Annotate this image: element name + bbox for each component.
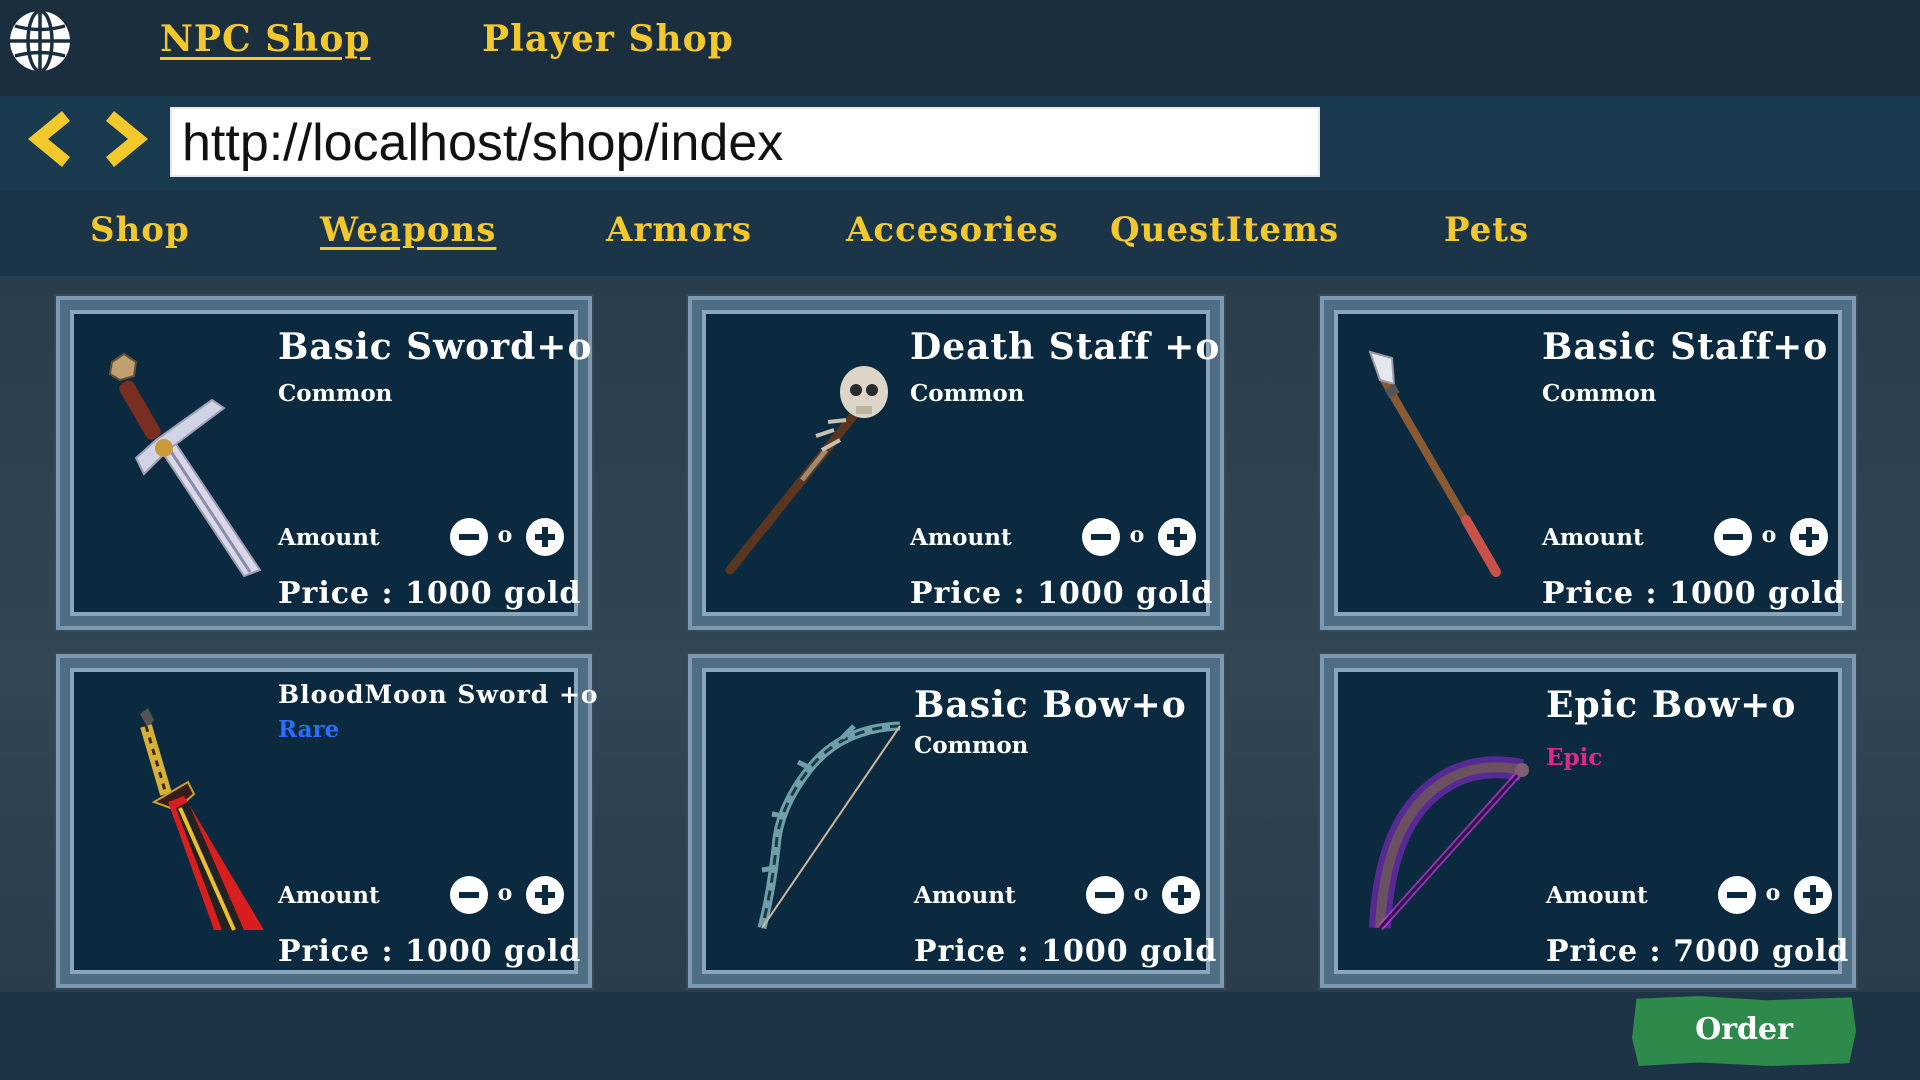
item-name: Basic Sword+o: [278, 326, 593, 368]
item-name: Epic Bow+o: [1546, 684, 1797, 726]
decrease-button[interactable]: [1086, 876, 1124, 914]
item-rarity: Common: [910, 380, 1025, 407]
item-card[interactable]: Death Staff +o Common Amount o Price : 1…: [688, 296, 1224, 630]
item-name: BloodMoon Sword +o: [278, 680, 599, 709]
increase-button[interactable]: [1158, 518, 1196, 556]
item-rarity: Epic: [1546, 744, 1603, 771]
item-rarity: Common: [914, 732, 1029, 759]
category-weapons[interactable]: Weapons: [320, 210, 496, 250]
amount-label: Amount: [914, 882, 1016, 909]
back-arrow-icon[interactable]: [18, 107, 78, 171]
item-card[interactable]: Basic Staff+o Common Amount o Price : 10…: [1320, 296, 1856, 630]
amount-label: Amount: [1546, 882, 1648, 909]
amount-label: Amount: [910, 524, 1012, 551]
tab-player-shop[interactable]: Player Shop: [482, 18, 734, 60]
decrease-button[interactable]: [450, 876, 488, 914]
category-questitems[interactable]: QuestItems: [1110, 210, 1339, 250]
tab-npc-shop[interactable]: NPC Shop: [160, 18, 371, 60]
amount-label: Amount: [278, 882, 380, 909]
item-card[interactable]: BloodMoon Sword +o Rare Amount o Price :…: [56, 654, 598, 988]
category-armors[interactable]: Armors: [606, 210, 752, 250]
item-price: Price : 1000 gold: [910, 576, 1214, 611]
quantity-value: o: [497, 880, 513, 906]
increase-button[interactable]: [526, 518, 564, 556]
decrease-button[interactable]: [1718, 876, 1756, 914]
bow-icon: [722, 698, 922, 938]
item-card[interactable]: Basic Bow+o Common Amount o Price : 1000…: [688, 654, 1224, 988]
increase-button[interactable]: [1790, 518, 1828, 556]
increase-button[interactable]: [1162, 876, 1200, 914]
item-card[interactable]: Epic Bow+o Epic Amount o Price : 7000 go…: [1320, 654, 1856, 988]
item-name: Basic Bow+o: [914, 684, 1187, 726]
quantity-value: o: [1133, 880, 1149, 906]
skull-staff-icon: [716, 340, 896, 580]
decrease-button[interactable]: [1082, 518, 1120, 556]
bloodmoon-sword-icon: [84, 698, 264, 938]
increase-button[interactable]: [526, 876, 564, 914]
quantity-value: o: [1129, 522, 1145, 548]
item-price: Price : 1000 gold: [1542, 576, 1846, 611]
item-rarity: Common: [278, 380, 393, 407]
spear-staff-icon: [1348, 340, 1528, 580]
amount-label: Amount: [278, 524, 380, 551]
order-button-label: Order: [1695, 1012, 1793, 1047]
quantity-value: o: [1765, 880, 1781, 906]
item-price: Price : 1000 gold: [914, 934, 1218, 969]
item-rarity: Rare: [278, 716, 340, 743]
category-accesories[interactable]: Accesories: [846, 210, 1059, 250]
category-pets[interactable]: Pets: [1444, 210, 1529, 250]
order-button[interactable]: Order: [1632, 996, 1856, 1066]
item-price: Price : 1000 gold: [278, 576, 582, 611]
forward-arrow-icon[interactable]: [98, 107, 158, 171]
url-input[interactable]: http://localhost/shop/index: [170, 107, 1320, 177]
item-card[interactable]: Basic Sword+o Common Amount o Price : 10…: [56, 296, 592, 630]
epic-bow-icon: [1344, 698, 1544, 938]
item-name: Basic Staff+o: [1542, 326, 1829, 368]
quantity-value: o: [497, 522, 513, 548]
increase-button[interactable]: [1794, 876, 1832, 914]
footer-bar: [0, 992, 1920, 1080]
decrease-button[interactable]: [450, 518, 488, 556]
item-name: Death Staff +o: [910, 326, 1221, 368]
item-price: Price : 7000 gold: [1546, 934, 1850, 969]
item-price: Price : 1000 gold: [278, 934, 582, 969]
decrease-button[interactable]: [1714, 518, 1752, 556]
item-rarity: Common: [1542, 380, 1657, 407]
quantity-value: o: [1761, 522, 1777, 548]
category-shop[interactable]: Shop: [90, 210, 190, 250]
sword-icon: [84, 340, 264, 580]
amount-label: Amount: [1542, 524, 1644, 551]
globe-icon[interactable]: [6, 7, 74, 75]
